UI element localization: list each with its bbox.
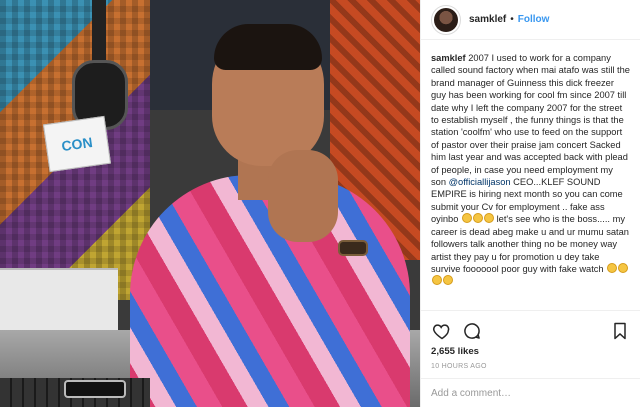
mic-flag-text: CON: [60, 133, 94, 155]
person-hair: [214, 24, 322, 70]
header-username[interactable]: samklef: [469, 14, 506, 25]
like-button[interactable]: [431, 320, 453, 342]
caption-username[interactable]: samklef: [431, 53, 466, 63]
post-actions: [421, 310, 640, 342]
caption-text-part3: let's see who is the boss..... my career…: [431, 214, 629, 274]
post-caption: samklef 2007 I used to work for a compan…: [421, 40, 640, 340]
comment-button[interactable]: [461, 320, 483, 342]
post-timestamp[interactable]: 10 HOURS AGO: [431, 363, 487, 370]
laughing-emoji-icon: [473, 213, 483, 224]
header-separator: •: [510, 14, 514, 25]
wrist-watch: [338, 240, 368, 256]
avatar-image: [434, 7, 458, 32]
heart-icon: [433, 323, 450, 339]
save-button[interactable]: [609, 320, 631, 342]
avatar[interactable]: [431, 4, 461, 35]
laughing-emoji-icon: [432, 275, 442, 286]
phone-on-desk: [64, 380, 126, 398]
laughing-emoji-icon: [462, 213, 472, 224]
caption-mention[interactable]: @officiallijason: [449, 177, 511, 187]
post-header: samklef • Follow: [421, 0, 640, 40]
person-hands: [268, 150, 338, 242]
follow-button[interactable]: Follow: [518, 14, 550, 25]
laughing-emoji-icon: [618, 262, 629, 273]
laughing-emoji-icon: [607, 262, 618, 273]
laughing-emoji-icon: [443, 275, 453, 286]
comment-input[interactable]: [431, 387, 631, 399]
likes-count[interactable]: 2,655 likes: [431, 346, 479, 357]
post-side-panel: samklef • Follow samklef 2007 I used to …: [420, 0, 640, 407]
mic-flag: CON: [42, 115, 112, 173]
bookmark-icon: [614, 322, 626, 339]
post-photo: CON: [0, 0, 420, 407]
comment-box: [421, 378, 640, 407]
caption-text-part1: 2007 I used to work for a company called…: [431, 53, 630, 188]
comment-icon: [464, 322, 480, 339]
laughing-emoji-icon: [484, 213, 494, 224]
